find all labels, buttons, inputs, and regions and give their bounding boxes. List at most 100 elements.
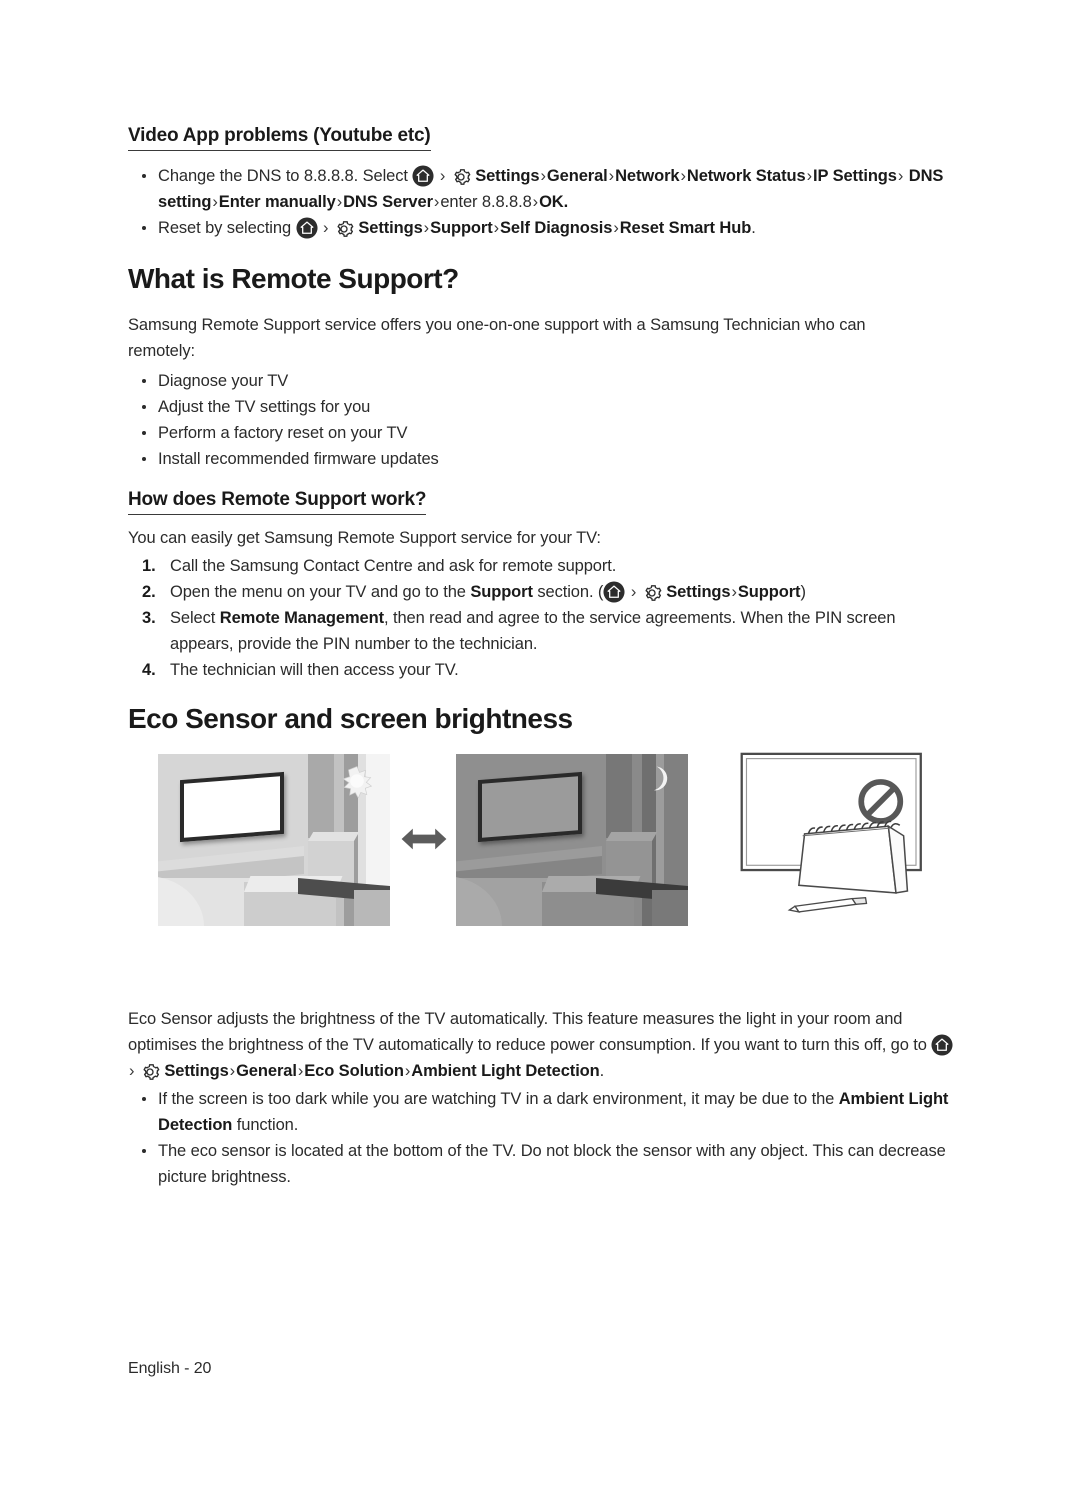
list-item: If the screen is too dark while you are … <box>128 1086 968 1138</box>
path-general: General <box>236 1061 297 1080</box>
eco-paragraph-tail: . <box>599 1061 605 1080</box>
list-item: Install recommended firmware updates <box>128 446 956 472</box>
step-text: Call the Samsung Contact Centre and ask … <box>170 556 617 575</box>
eco-paragraph-pre: Eco Sensor adjusts the brightness of the… <box>128 1009 927 1054</box>
double-arrow-icon <box>401 828 447 849</box>
bullet-text-pre: If the screen is too dark while you are … <box>158 1089 835 1108</box>
bullet-text-pre: Change the DNS to 8.8.8.8. Select <box>158 166 408 185</box>
gear-icon <box>334 219 354 239</box>
bullet-text-pre: The eco sensor is located at the bottom … <box>158 1141 946 1186</box>
list-item: 3. Select Remote Management, then read a… <box>128 605 956 657</box>
step-close-paren: ) <box>800 582 806 601</box>
step-bold-remote-management: Remote Management <box>219 608 385 627</box>
section-how-it-works: How does Remote Support work? You can ea… <box>128 488 956 683</box>
chevron-separator: › <box>493 218 500 237</box>
eco-sensor-bullet-list: If the screen is too dark while you are … <box>128 1086 968 1190</box>
eco-sensor-figure-row <box>128 752 956 934</box>
chevron-separator: › <box>613 218 619 237</box>
path-settings: Settings <box>475 166 540 185</box>
chevron-separator: › <box>229 1061 236 1080</box>
chevron-separator: › <box>423 218 430 237</box>
chevron-separator: › <box>323 218 329 237</box>
path-network: Network <box>615 166 680 185</box>
how-it-works-heading: How does Remote Support work? <box>128 488 426 515</box>
step-number: 2. <box>142 582 156 601</box>
remote-support-bullet-list: Diagnose your TV Adjust the TV settings … <box>128 368 956 472</box>
list-item: Perform a factory reset on your TV <box>128 420 956 446</box>
document-page: Video App problems (Youtube etc) Change … <box>128 0 956 1494</box>
list-item: Reset by selecting › Settings›Support›Se… <box>128 215 956 241</box>
step-text: The technician will then access your TV. <box>170 660 459 679</box>
path-settings: Settings <box>358 218 423 237</box>
bullet-text-pre: Reset by selecting <box>158 218 292 237</box>
section-eco-sensor: Eco Sensor and screen brightness Eco Sen… <box>128 702 956 1190</box>
eco-sensor-paragraph: Eco Sensor adjusts the brightness of the… <box>128 1006 958 1084</box>
step-number: 3. <box>142 608 156 627</box>
path-general: General <box>546 166 608 185</box>
chevron-separator: › <box>806 166 813 185</box>
page-footer: English - 20 <box>128 1360 212 1377</box>
bullet-text-tail: . <box>751 218 756 237</box>
section-remote-support: What is Remote Support? Samsung Remote S… <box>128 262 956 472</box>
path-support: Support <box>737 582 801 601</box>
path-ambient-light-detection: Ambient Light Detection <box>411 1061 600 1080</box>
pen-icon <box>787 896 868 913</box>
home-icon <box>295 217 318 239</box>
step-number: 1. <box>142 556 156 575</box>
chevron-separator: › <box>731 582 737 601</box>
page-title-eco-sensor: Eco Sensor and screen brightness <box>128 703 573 734</box>
path-reset-smart-hub: Reset Smart Hub <box>619 218 752 237</box>
list-item: Change the DNS to 8.8.8.8. Select › Sett… <box>128 163 956 215</box>
how-it-works-intro: You can easily get Samsung Remote Suppor… <box>128 528 601 547</box>
bullet-text-post: function. <box>236 1115 299 1134</box>
figure-bright-living-room <box>158 753 390 926</box>
chevron-separator: › <box>680 166 686 185</box>
step-bold-support: Support <box>470 582 533 601</box>
wall-tv-dim <box>478 771 582 842</box>
path-enter-manually: Enter manually <box>218 192 336 211</box>
gear-icon <box>642 583 662 603</box>
home-icon <box>603 581 625 603</box>
gear-icon <box>451 167 471 187</box>
dns-enter-value: enter 8.8.8.8 <box>440 192 532 211</box>
path-dns-server: DNS Server <box>343 192 433 211</box>
path-ok: OK. <box>539 192 569 211</box>
chevron-separator: › <box>129 1061 135 1080</box>
step-text-pre: Open the menu on your TV and go to the <box>170 582 466 601</box>
figure-blocked-sensor <box>740 752 922 913</box>
list-item: The eco sensor is located at the bottom … <box>128 1138 968 1190</box>
step-number: 4. <box>142 660 156 679</box>
list-item: 4. The technician will then access your … <box>128 657 956 683</box>
chevron-separator: › <box>608 166 615 185</box>
section-video-app: Video App problems (Youtube etc) Change … <box>128 124 956 241</box>
path-settings: Settings <box>666 582 731 601</box>
video-app-bullet-list: Change the DNS to 8.8.8.8. Select › Sett… <box>128 163 956 241</box>
chevron-separator: › <box>897 166 904 185</box>
list-item: 1. Call the Samsung Contact Centre and a… <box>128 553 956 579</box>
list-item: Diagnose your TV <box>128 368 956 394</box>
path-eco-solution: Eco Solution <box>304 1061 404 1080</box>
chevron-separator: › <box>439 166 446 185</box>
figure-dim-living-room <box>456 753 688 926</box>
chevron-separator: › <box>532 192 539 211</box>
home-icon <box>931 1034 953 1056</box>
chevron-separator: › <box>336 192 343 211</box>
path-ip-settings: IP Settings <box>813 166 897 185</box>
video-app-heading: Video App problems (Youtube etc) <box>128 124 431 151</box>
chevron-separator: › <box>630 582 637 601</box>
path-self-diagnosis: Self Diagnosis <box>500 218 613 237</box>
sun-icon <box>342 765 373 798</box>
page-title-remote-support: What is Remote Support? <box>128 263 459 294</box>
how-it-works-steps: 1. Call the Samsung Contact Centre and a… <box>128 553 956 683</box>
gear-icon <box>140 1062 160 1082</box>
chevron-separator: › <box>212 192 218 211</box>
wall-tv-bright <box>180 771 284 842</box>
step-text-post: section. ( <box>537 582 604 601</box>
chevron-separator: › <box>540 166 547 185</box>
step-text-pre: Select <box>170 608 216 627</box>
path-network-status: Network Status <box>686 166 806 185</box>
list-item: Adjust the TV settings for you <box>128 394 956 420</box>
path-settings: Settings <box>164 1061 229 1080</box>
home-icon <box>412 165 434 187</box>
remote-support-intro: Samsung Remote Support service offers yo… <box>128 315 866 360</box>
